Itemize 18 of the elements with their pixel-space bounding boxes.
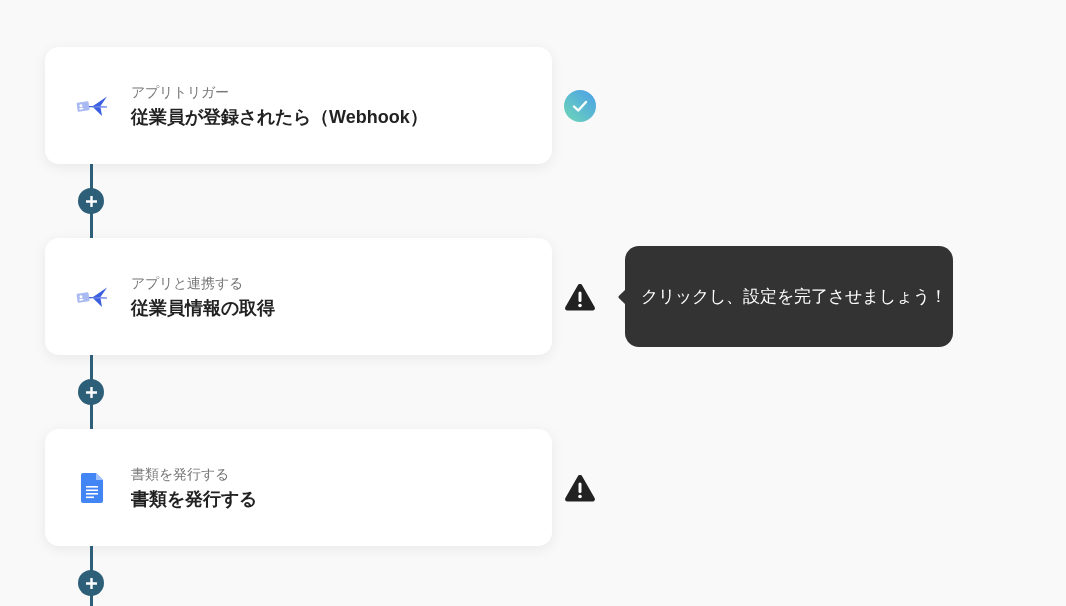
plus-icon xyxy=(85,577,97,589)
add-step-button[interactable] xyxy=(78,570,104,596)
step-type-label: アプリトリガー xyxy=(131,82,230,102)
step-type-label: 書類を発行する xyxy=(131,464,230,484)
step-card[interactable]: アプリトリガー 従業員が登録されたら（Webhook） xyxy=(45,47,552,164)
plus-icon xyxy=(85,195,97,207)
add-step-button[interactable] xyxy=(78,379,104,405)
step-title: 書類を発行する xyxy=(131,487,257,511)
step-card[interactable]: アプリと連携する 従業員情報の取得 xyxy=(45,238,552,355)
tooltip: クリックし、設定を完了させましょう！ xyxy=(625,246,953,347)
step-type-label: アプリと連携する xyxy=(131,273,244,293)
step-title: 従業員情報の取得 xyxy=(131,296,275,320)
tooltip-arrow-icon xyxy=(618,289,625,304)
plus-icon xyxy=(85,386,97,398)
document-icon xyxy=(81,472,103,503)
step-card[interactable]: 書類を発行する 書類を発行する xyxy=(45,429,552,546)
step-title: 従業員が登録されたら（Webhook） xyxy=(131,105,428,129)
add-step-button[interactable] xyxy=(78,188,104,214)
